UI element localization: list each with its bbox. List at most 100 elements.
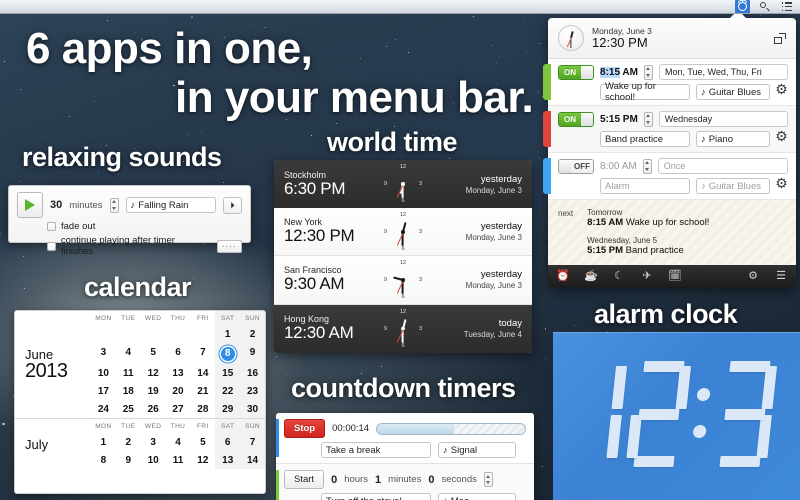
world-time-row[interactable]: Stockholm 6:30 PM 12 3 96 yesterday Monda… <box>274 160 532 209</box>
calendar-day-cell[interactable]: 18 <box>116 382 141 400</box>
calendar-day-cell[interactable]: 5 <box>190 433 215 451</box>
calendar-day-cell[interactable]: 3 <box>141 433 166 451</box>
more-options-button[interactable]: ···· <box>216 239 242 253</box>
timer-start-button[interactable]: Start <box>284 470 325 489</box>
hamburger-menu-icon[interactable]: ☰ <box>774 269 788 283</box>
play-button[interactable] <box>17 192 43 218</box>
alarm-sound-field[interactable]: ♪ Guitar Blues <box>695 84 771 100</box>
gear-icon[interactable]: ⚙ <box>746 269 760 283</box>
calendar-day-cell[interactable]: 3 <box>91 343 116 364</box>
calendar-day-cell[interactable]: 26 <box>141 400 166 418</box>
calendar-day-cell[interactable]: 23 <box>240 382 265 400</box>
gear-icon[interactable] <box>775 82 788 98</box>
timer-name-field[interactable]: Take a break <box>321 442 431 458</box>
calendar-day-cell[interactable] <box>190 325 215 343</box>
calendar-day-cell[interactable]: 2 <box>116 433 141 451</box>
gear-icon[interactable] <box>775 129 788 145</box>
sound-select-field[interactable]: ♪ Falling Rain <box>125 197 216 213</box>
calendar-day-cell[interactable]: 1 <box>215 325 241 343</box>
fade-out-checkbox[interactable] <box>47 222 56 231</box>
calendar-day-cell[interactable]: 6 <box>215 433 241 451</box>
alarm-toggle[interactable]: ON <box>558 111 594 127</box>
calendar-day-cell[interactable]: 12 <box>190 451 215 469</box>
timer-minutes-value[interactable]: 1 <box>375 474 381 486</box>
timer-name-field[interactable]: Turn off the stove! <box>321 493 431 500</box>
fade-out-row[interactable]: fade out <box>47 221 242 232</box>
tab-night-mode[interactable]: ☾ <box>612 269 626 283</box>
calendar-day-cell[interactable]: 30 <box>240 400 265 418</box>
calendar-day-cell[interactable]: 8 <box>215 343 241 364</box>
alarm-toggle[interactable]: OFF <box>558 158 594 174</box>
calendar-day-cell[interactable]: 16 <box>240 364 265 382</box>
calendar-day-cell[interactable]: 2 <box>240 325 265 343</box>
spotlight-search-icon[interactable] <box>757 0 772 13</box>
tab-calendar[interactable]: 🗓 <box>668 269 682 283</box>
calendar-day-cell[interactable]: 13 <box>166 364 191 382</box>
calendar-day-cell[interactable]: 21 <box>190 382 215 400</box>
calendar-day-cell[interactable]: 28 <box>190 400 215 418</box>
calendar-day-cell[interactable]: 5 <box>141 343 166 364</box>
calendar-day-cell[interactable]: 19 <box>141 382 166 400</box>
calendar-day-cell[interactable]: 11 <box>166 451 191 469</box>
tab-alarm-clock[interactable]: ⏰ <box>556 269 570 283</box>
alarm-repeat-field[interactable]: Wednesday <box>658 111 788 127</box>
calendar-day-cell[interactable]: 12 <box>141 364 166 382</box>
calendar-day-cell[interactable]: 13 <box>215 451 241 469</box>
alarm-toggle[interactable]: ON <box>558 64 594 80</box>
alarm-time-stepper[interactable] <box>643 64 653 80</box>
calendar-day-cell[interactable] <box>166 325 191 343</box>
timer-sound-field[interactable]: ♪ Signal <box>438 442 516 458</box>
world-time-row[interactable]: New York 12:30 PM 12 3 96 yesterday Monda… <box>274 208 532 257</box>
calendar-day-cell[interactable]: 1 <box>91 433 116 451</box>
calendar-day-cell[interactable]: 17 <box>91 382 116 400</box>
calendar-day-cell[interactable]: 14 <box>190 364 215 382</box>
world-time-row[interactable]: Hong Kong 12:30 AM 12 3 96 today Tuesday,… <box>274 304 532 353</box>
timer-sound-field[interactable]: ♪Moo <box>438 493 516 500</box>
calendar-day-cell[interactable]: 4 <box>166 433 191 451</box>
calendar-day-cell[interactable]: 29 <box>215 400 241 418</box>
calendar-day-cell[interactable] <box>141 325 166 343</box>
alarm-name-field[interactable]: Alarm <box>600 178 690 194</box>
timer-seconds-value[interactable]: 0 <box>428 474 434 486</box>
detach-window-icon[interactable] <box>774 32 786 44</box>
volume-button[interactable]: ⏵ <box>223 196 242 214</box>
alarm-repeat-field[interactable]: Once <box>657 158 788 174</box>
calendar-day-cell[interactable]: 20 <box>166 382 191 400</box>
calendar-day-cell[interactable]: 8 <box>91 451 116 469</box>
alarm-time-stepper[interactable] <box>642 158 652 174</box>
tab-travel[interactable]: ✈ <box>640 269 654 283</box>
tab-relaxing-sounds[interactable]: ☕ <box>584 269 598 283</box>
gear-icon[interactable] <box>775 176 788 192</box>
alarm-sound-field[interactable]: ♪ Guitar Blues <box>695 178 771 194</box>
calendar-day-cell[interactable]: 9 <box>116 451 141 469</box>
alarm-time-stepper[interactable] <box>643 111 653 127</box>
continue-playing-checkbox[interactable] <box>47 241 56 251</box>
timer-stepper[interactable] <box>483 472 493 487</box>
notification-center-icon[interactable] <box>779 0 794 13</box>
alarm-time[interactable]: 5:15 PM <box>600 114 638 125</box>
calendar-day-cell[interactable]: 10 <box>91 364 116 382</box>
calendar-day-cell[interactable] <box>91 325 116 343</box>
calendar-selected-day[interactable]: 8 <box>220 346 235 361</box>
calendar-day-cell[interactable]: 9 <box>240 343 265 364</box>
timer-hours-value[interactable]: 0 <box>331 474 337 486</box>
alarm-name-field[interactable]: Band practice <box>600 131 690 147</box>
calendar-day-cell[interactable]: 27 <box>166 400 191 418</box>
calendar-day-cell[interactable]: 15 <box>215 364 241 382</box>
alarm-name-field[interactable]: Wake up for school! <box>600 81 690 103</box>
calendar-day-cell[interactable]: 7 <box>240 433 265 451</box>
calendar-day-cell[interactable]: 24 <box>91 400 116 418</box>
world-time-row[interactable]: San Francisco 9:30 AM 12 3 96 yesterday M… <box>274 256 532 305</box>
calendar-day-cell[interactable]: 7 <box>190 343 215 364</box>
calendar-day-cell[interactable]: 14 <box>240 451 265 469</box>
calendar-day-cell[interactable]: 10 <box>141 451 166 469</box>
calendar-day-cell[interactable]: 11 <box>116 364 141 382</box>
alarm-repeat-field[interactable]: Mon, Tue, Wed, Thu, Fri <box>658 64 788 80</box>
alarm-sound-field[interactable]: ♪ Piano <box>695 131 771 147</box>
alarm-time[interactable]: 8:00 AM <box>600 161 637 172</box>
duration-stepper[interactable] <box>109 197 119 213</box>
calendar-day-cell[interactable] <box>116 325 141 343</box>
continue-playing-row[interactable]: continue playing after timer finishes ··… <box>47 235 242 257</box>
sound-duration-value[interactable]: 30 <box>50 199 62 211</box>
alarm-clock-menubar-icon[interactable] <box>735 0 750 13</box>
